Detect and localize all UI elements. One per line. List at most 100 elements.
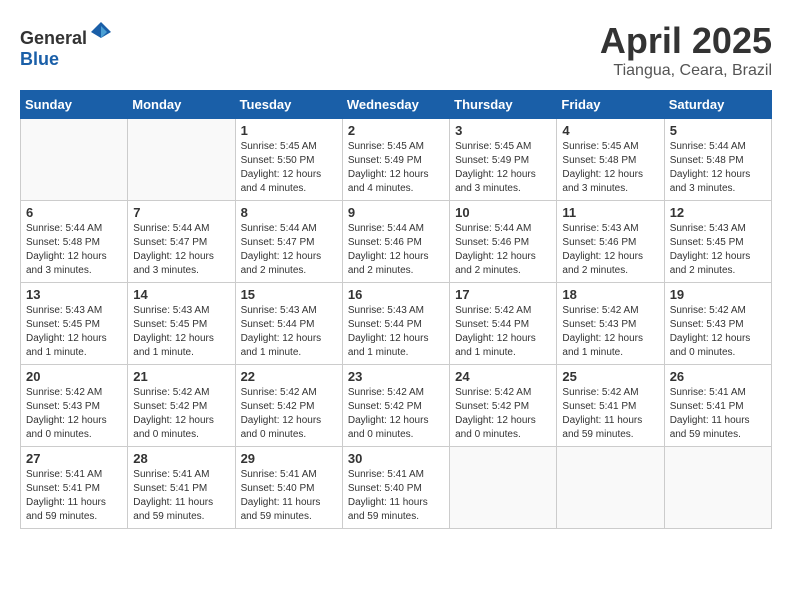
day-info: Sunrise: 5:44 AM Sunset: 5:46 PM Dayligh…: [455, 222, 551, 278]
calendar-cell: 8 Sunrise: 5:44 AM Sunset: 5:47 PM Daylig…: [235, 201, 342, 283]
calendar-cell: 25 Sunrise: 5:42 AM Sunset: 5:41 PM Dayli…: [557, 365, 664, 447]
day-info: Sunrise: 5:41 AM Sunset: 5:40 PM Dayligh…: [348, 468, 444, 524]
day-number: 1: [241, 123, 337, 138]
day-number: 4: [562, 123, 658, 138]
calendar-cell: [664, 447, 771, 529]
day-number: 17: [455, 287, 551, 302]
day-number: 3: [455, 123, 551, 138]
day-info: Sunrise: 5:41 AM Sunset: 5:41 PM Dayligh…: [670, 386, 766, 442]
day-number: 26: [670, 369, 766, 384]
calendar-table: SundayMondayTuesdayWednesdayThursdayFrid…: [20, 90, 772, 529]
day-info: Sunrise: 5:44 AM Sunset: 5:46 PM Dayligh…: [348, 222, 444, 278]
day-number: 23: [348, 369, 444, 384]
day-number: 14: [133, 287, 229, 302]
calendar-week-row: 27 Sunrise: 5:41 AM Sunset: 5:41 PM Dayli…: [21, 447, 772, 529]
day-number: 10: [455, 205, 551, 220]
calendar-cell: 18 Sunrise: 5:42 AM Sunset: 5:43 PM Dayli…: [557, 283, 664, 365]
day-info: Sunrise: 5:42 AM Sunset: 5:42 PM Dayligh…: [348, 386, 444, 442]
calendar-cell: 19Sunrise: 5:42 AM Sunset: 5:43 PM Dayli…: [664, 283, 771, 365]
day-info: Sunrise: 5:42 AM Sunset: 5:42 PM Dayligh…: [133, 386, 229, 442]
calendar-cell: 2 Sunrise: 5:45 AM Sunset: 5:49 PM Daylig…: [342, 119, 449, 201]
day-number: 19: [670, 287, 766, 302]
day-info: Sunrise: 5:43 AM Sunset: 5:46 PM Dayligh…: [562, 222, 658, 278]
calendar-cell: 20 Sunrise: 5:42 AM Sunset: 5:43 PM Dayli…: [21, 365, 128, 447]
weekday-header-sunday: Sunday: [21, 91, 128, 119]
day-info: Sunrise: 5:43 AM Sunset: 5:45 PM Dayligh…: [26, 304, 122, 360]
calendar-cell: 10 Sunrise: 5:44 AM Sunset: 5:46 PM Dayli…: [450, 201, 557, 283]
day-number: 2: [348, 123, 444, 138]
calendar-cell: 16Sunrise: 5:43 AM Sunset: 5:44 PM Dayli…: [342, 283, 449, 365]
calendar-cell: [21, 119, 128, 201]
day-info: Sunrise: 5:42 AM Sunset: 5:43 PM Dayligh…: [562, 304, 658, 360]
month-year-title: April 2025: [600, 20, 772, 62]
day-info: Sunrise: 5:41 AM Sunset: 5:41 PM Dayligh…: [133, 468, 229, 524]
day-number: 18: [562, 287, 658, 302]
calendar-cell: 30 Sunrise: 5:41 AM Sunset: 5:40 PM Dayli…: [342, 447, 449, 529]
day-info: Sunrise: 5:43 AM Sunset: 5:44 PM Dayligh…: [241, 304, 337, 360]
calendar-cell: 22Sunrise: 5:42 AM Sunset: 5:42 PM Dayli…: [235, 365, 342, 447]
calendar-cell: 14 Sunrise: 5:43 AM Sunset: 5:45 PM Dayli…: [128, 283, 235, 365]
weekday-header-thursday: Thursday: [450, 91, 557, 119]
calendar-cell: 1Sunrise: 5:45 AM Sunset: 5:50 PM Daylig…: [235, 119, 342, 201]
calendar-cell: 29 Sunrise: 5:41 AM Sunset: 5:40 PM Dayli…: [235, 447, 342, 529]
day-number: 22: [241, 369, 337, 384]
day-number: 30: [348, 451, 444, 466]
calendar-week-row: 6 Sunrise: 5:44 AM Sunset: 5:48 PM Daylig…: [21, 201, 772, 283]
calendar-cell: 11 Sunrise: 5:43 AM Sunset: 5:46 PM Dayli…: [557, 201, 664, 283]
calendar-cell: 13 Sunrise: 5:43 AM Sunset: 5:45 PM Dayli…: [21, 283, 128, 365]
weekday-header-friday: Friday: [557, 91, 664, 119]
day-number: 15: [241, 287, 337, 302]
day-number: 29: [241, 451, 337, 466]
day-number: 8: [241, 205, 337, 220]
day-number: 21: [133, 369, 229, 384]
calendar-week-row: 20 Sunrise: 5:42 AM Sunset: 5:43 PM Dayli…: [21, 365, 772, 447]
day-number: 27: [26, 451, 122, 466]
logo-general: General: [20, 28, 87, 48]
day-info: Sunrise: 5:43 AM Sunset: 5:45 PM Dayligh…: [670, 222, 766, 278]
calendar-cell: 27 Sunrise: 5:41 AM Sunset: 5:41 PM Dayli…: [21, 447, 128, 529]
day-number: 20: [26, 369, 122, 384]
day-number: 28: [133, 451, 229, 466]
weekday-header-saturday: Saturday: [664, 91, 771, 119]
day-info: Sunrise: 5:44 AM Sunset: 5:48 PM Dayligh…: [26, 222, 122, 278]
day-info: Sunrise: 5:44 AM Sunset: 5:48 PM Dayligh…: [670, 140, 766, 196]
logo-icon: [89, 20, 113, 44]
day-number: 24: [455, 369, 551, 384]
weekday-header-tuesday: Tuesday: [235, 91, 342, 119]
title-area: April 2025 Tiangua, Ceara, Brazil: [600, 20, 772, 80]
weekday-header-monday: Monday: [128, 91, 235, 119]
day-info: Sunrise: 5:42 AM Sunset: 5:44 PM Dayligh…: [455, 304, 551, 360]
calendar-cell: 5 Sunrise: 5:44 AM Sunset: 5:48 PM Daylig…: [664, 119, 771, 201]
day-number: 11: [562, 205, 658, 220]
calendar-cell: 24Sunrise: 5:42 AM Sunset: 5:42 PM Dayli…: [450, 365, 557, 447]
calendar-cell: 12 Sunrise: 5:43 AM Sunset: 5:45 PM Dayli…: [664, 201, 771, 283]
calendar-cell: [557, 447, 664, 529]
calendar-cell: [128, 119, 235, 201]
header: General Blue April 2025 Tiangua, Ceara, …: [20, 20, 772, 80]
day-info: Sunrise: 5:44 AM Sunset: 5:47 PM Dayligh…: [133, 222, 229, 278]
day-info: Sunrise: 5:42 AM Sunset: 5:41 PM Dayligh…: [562, 386, 658, 442]
day-info: Sunrise: 5:45 AM Sunset: 5:49 PM Dayligh…: [348, 140, 444, 196]
day-info: Sunrise: 5:44 AM Sunset: 5:47 PM Dayligh…: [241, 222, 337, 278]
weekday-header-row: SundayMondayTuesdayWednesdayThursdayFrid…: [21, 91, 772, 119]
day-number: 13: [26, 287, 122, 302]
logo: General Blue: [20, 20, 113, 70]
calendar-week-row: 13 Sunrise: 5:43 AM Sunset: 5:45 PM Dayli…: [21, 283, 772, 365]
day-info: Sunrise: 5:43 AM Sunset: 5:45 PM Dayligh…: [133, 304, 229, 360]
day-info: Sunrise: 5:41 AM Sunset: 5:41 PM Dayligh…: [26, 468, 122, 524]
day-number: 25: [562, 369, 658, 384]
calendar-cell: 17 Sunrise: 5:42 AM Sunset: 5:44 PM Dayli…: [450, 283, 557, 365]
day-number: 16: [348, 287, 444, 302]
day-number: 5: [670, 123, 766, 138]
day-info: Sunrise: 5:41 AM Sunset: 5:40 PM Dayligh…: [241, 468, 337, 524]
calendar-cell: 21 Sunrise: 5:42 AM Sunset: 5:42 PM Dayli…: [128, 365, 235, 447]
calendar-cell: 15 Sunrise: 5:43 AM Sunset: 5:44 PM Dayli…: [235, 283, 342, 365]
day-number: 12: [670, 205, 766, 220]
day-info: Sunrise: 5:42 AM Sunset: 5:43 PM Dayligh…: [26, 386, 122, 442]
weekday-header-wednesday: Wednesday: [342, 91, 449, 119]
calendar-cell: 9Sunrise: 5:44 AM Sunset: 5:46 PM Daylig…: [342, 201, 449, 283]
calendar-cell: 3 Sunrise: 5:45 AM Sunset: 5:49 PM Daylig…: [450, 119, 557, 201]
logo-text: General Blue: [20, 20, 113, 70]
day-number: 6: [26, 205, 122, 220]
day-info: Sunrise: 5:45 AM Sunset: 5:49 PM Dayligh…: [455, 140, 551, 196]
